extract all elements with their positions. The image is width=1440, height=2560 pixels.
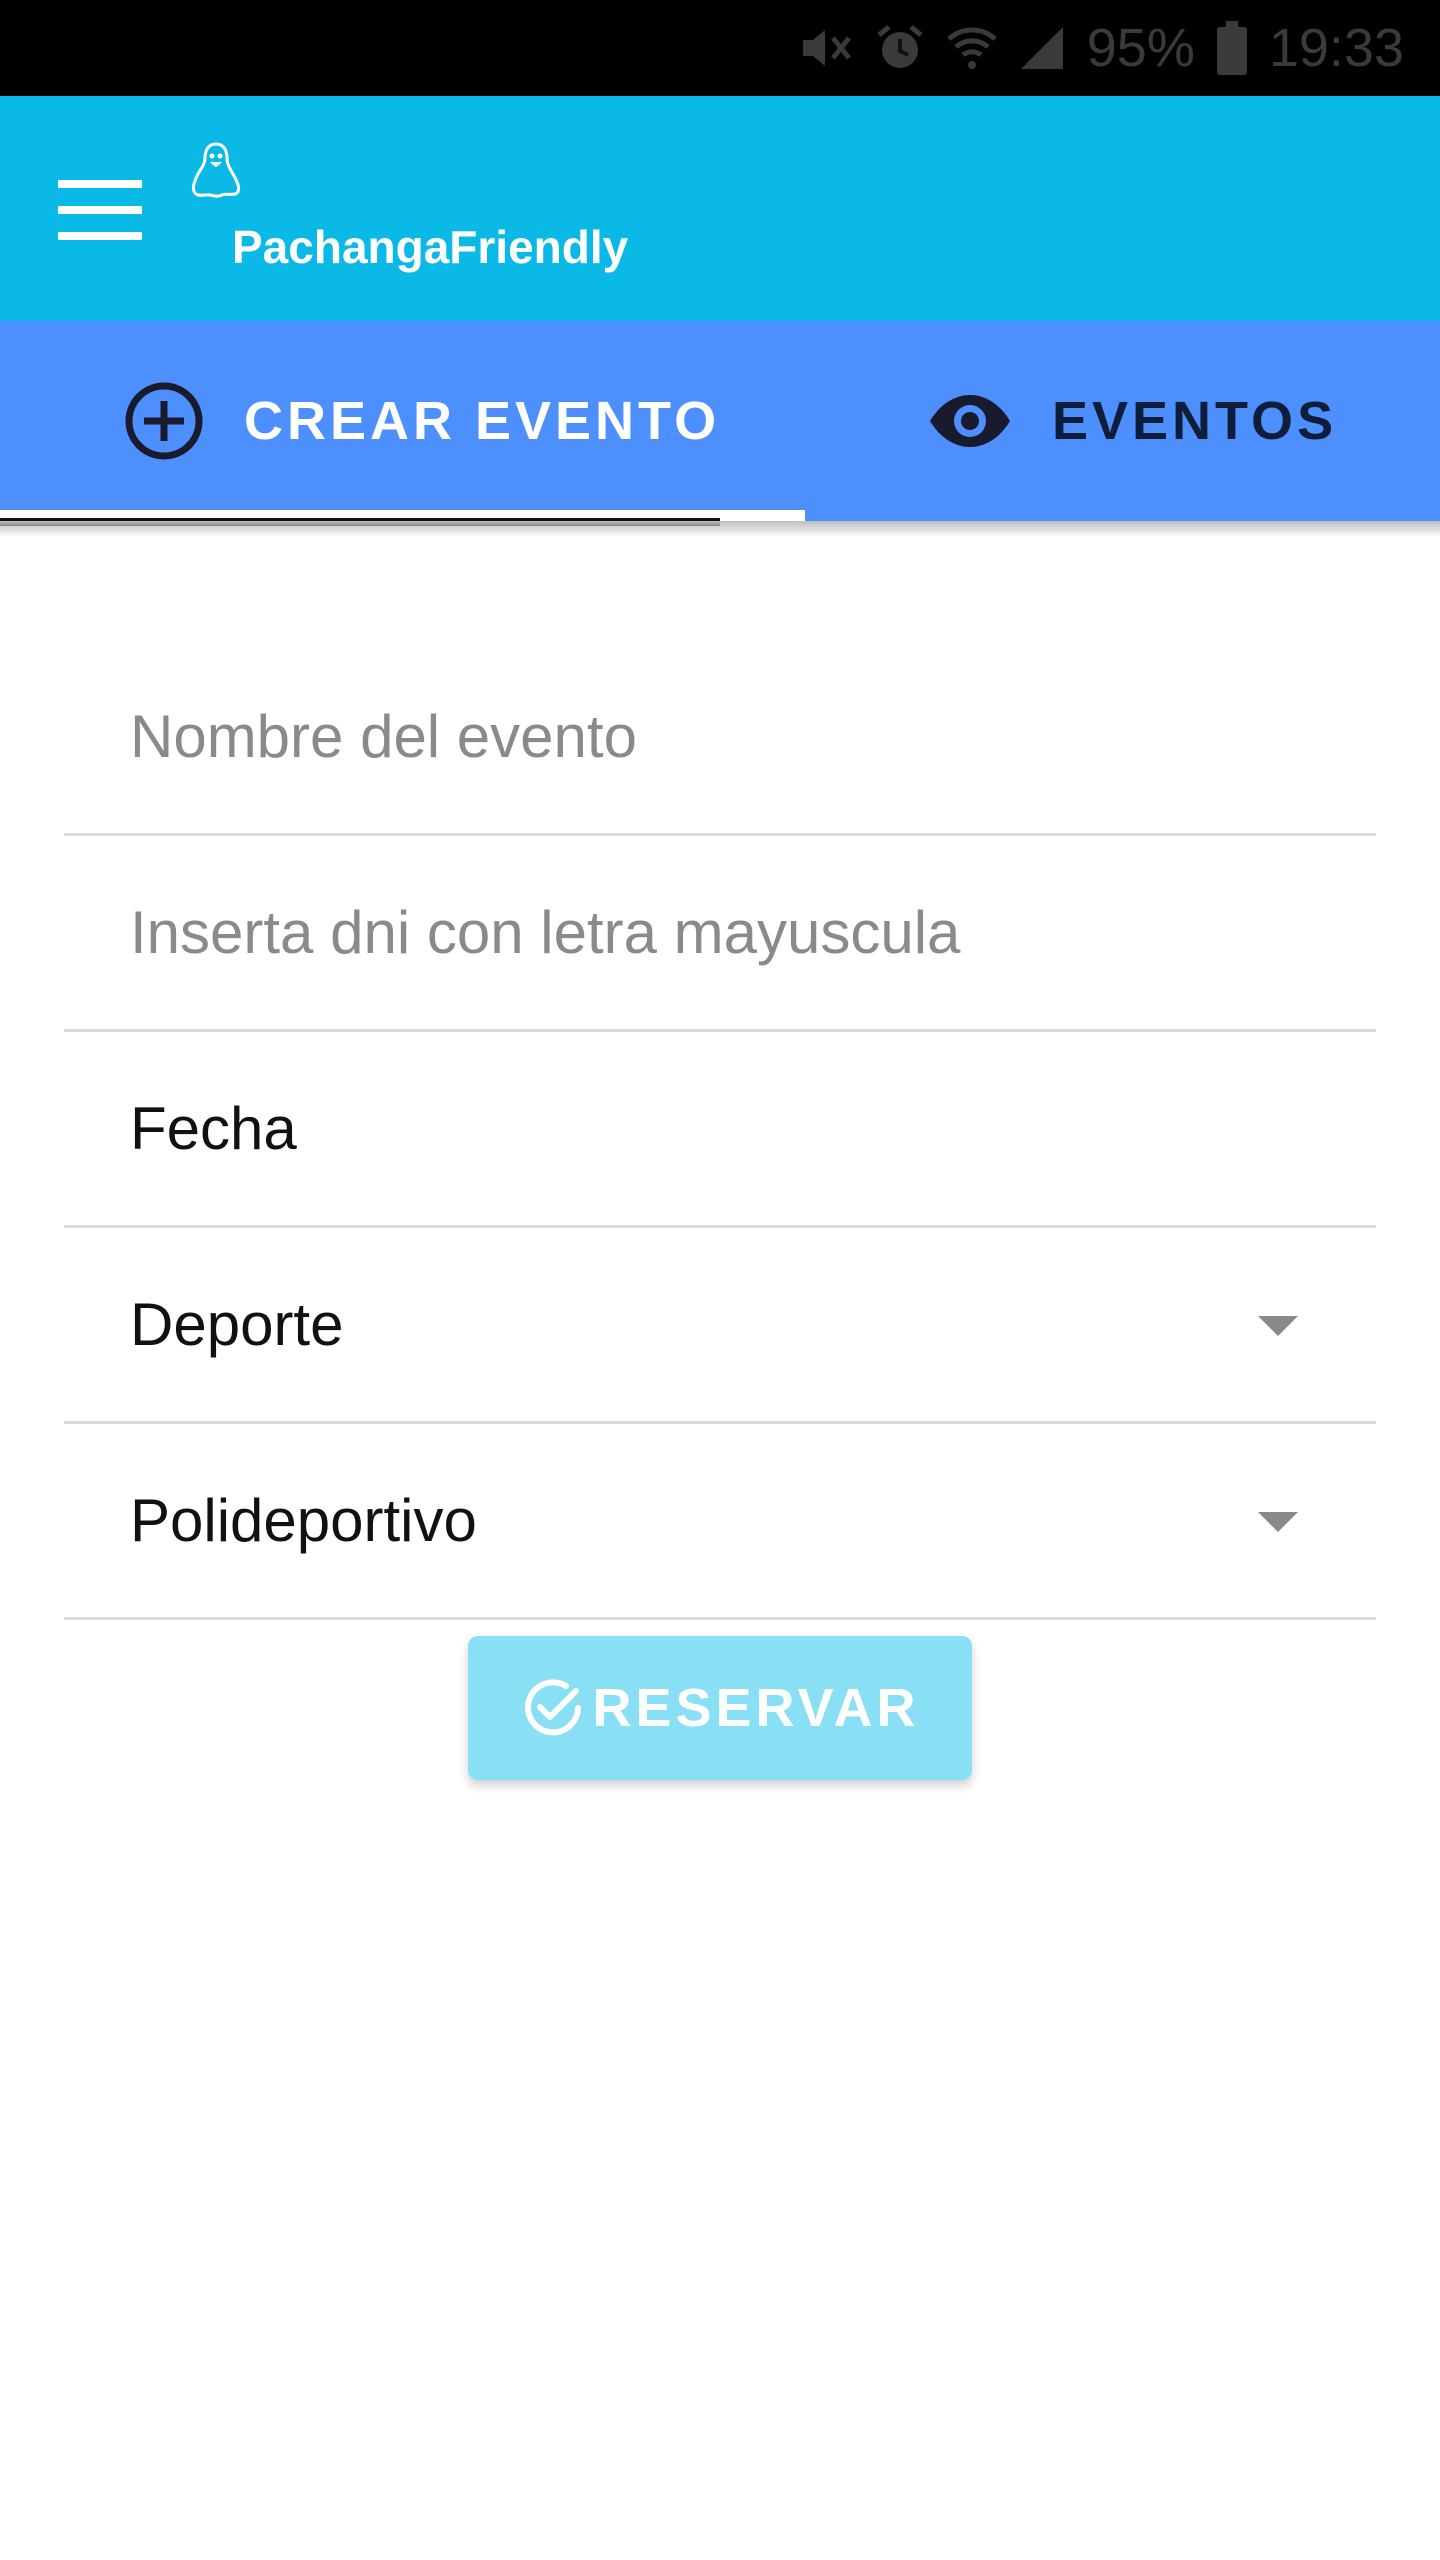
check-circle-icon	[520, 1675, 586, 1741]
tab-bar: CREAR EVENTO EVENTOS	[0, 321, 1440, 521]
venue-select[interactable]: Polideportivo	[64, 1424, 1376, 1620]
signal-icon	[1019, 25, 1065, 71]
reserve-button[interactable]: RESERVAR	[468, 1636, 972, 1780]
menu-icon[interactable]	[58, 180, 142, 240]
date-label: Fecha	[130, 1095, 297, 1162]
dropdown-arrow-icon	[1258, 1512, 1298, 1532]
wifi-icon	[947, 25, 997, 71]
tab-label: EVENTOS	[1052, 391, 1338, 451]
app-title: PachangaFriendly	[232, 221, 629, 273]
penguin-logo-icon	[191, 142, 241, 198]
event-name-field	[64, 640, 1376, 836]
dni-input[interactable]	[130, 898, 1330, 967]
venue-select-value: Polideportivo	[130, 1487, 477, 1554]
add-circle-icon	[124, 381, 204, 461]
mute-icon	[799, 24, 853, 72]
sport-select-value: Deporte	[130, 1291, 344, 1358]
reserve-button-label: RESERVAR	[592, 1678, 920, 1738]
tab-label: CREAR EVENTO	[244, 391, 721, 451]
status-bar: 95% 19:33	[0, 0, 1440, 96]
battery-percent: 95%	[1086, 18, 1195, 78]
create-event-form: Fecha Deporte Polideportivo	[64, 640, 1376, 1620]
tab-crear-evento[interactable]: CREAR EVENTO	[124, 321, 720, 521]
clock: 19:33	[1268, 18, 1404, 78]
date-field[interactable]: Fecha	[64, 1032, 1376, 1228]
event-name-input[interactable]	[130, 702, 1330, 771]
dni-field	[64, 836, 1376, 1032]
tab-bar-shadow	[0, 521, 1440, 537]
eye-icon	[928, 393, 1012, 449]
sport-select[interactable]: Deporte	[64, 1228, 1376, 1424]
alarm-icon	[875, 23, 925, 73]
app-bar: PachangaFriendly	[0, 96, 1440, 321]
dropdown-arrow-icon	[1258, 1316, 1298, 1336]
tab-eventos[interactable]: EVENTOS	[928, 321, 1337, 521]
battery-icon	[1216, 21, 1247, 75]
